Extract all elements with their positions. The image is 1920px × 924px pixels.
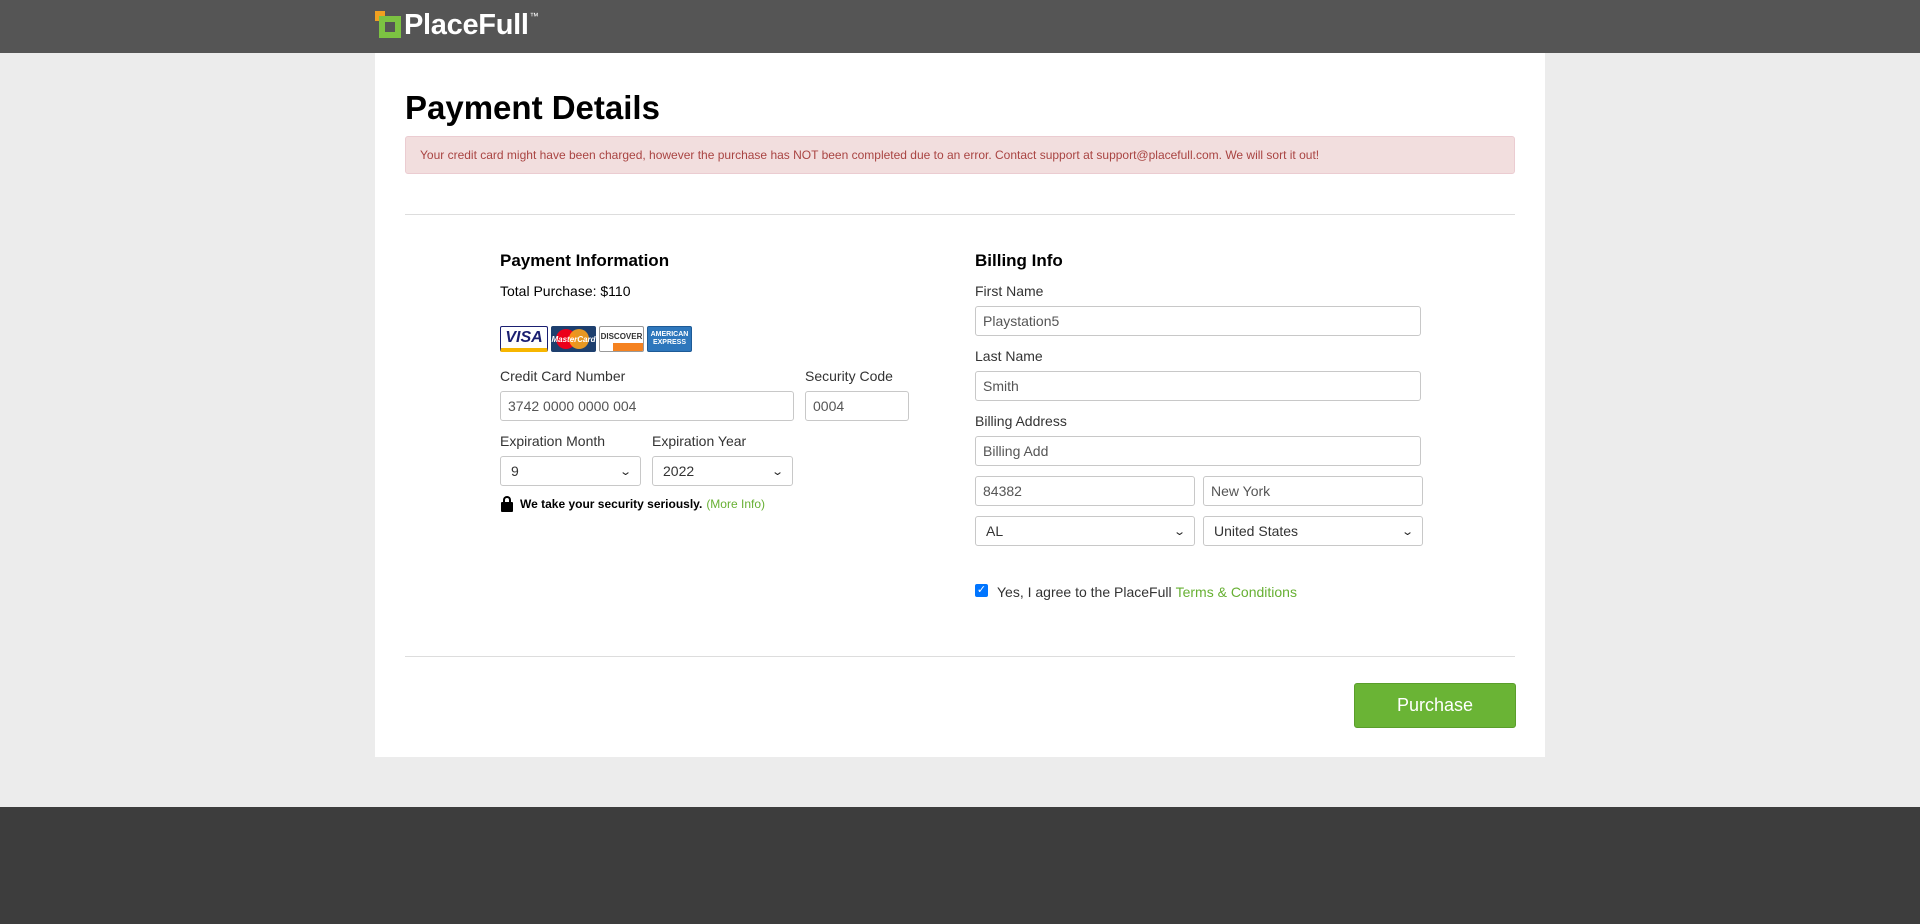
credit-card-label: Credit Card Number — [500, 368, 626, 384]
amex-label: AMERICAN EXPRESS — [650, 331, 689, 346]
billing-address-label: Billing Address — [975, 413, 1067, 429]
logo-trademark: ™ — [529, 11, 539, 21]
country-select[interactable]: United States ⌄ — [1203, 516, 1423, 546]
last-name-label: Last Name — [975, 348, 1043, 364]
city-input[interactable]: New York — [1203, 476, 1423, 506]
agree-checkbox[interactable]: ✓ — [975, 583, 988, 597]
expiration-year-value: 2022 — [663, 463, 695, 479]
state-select[interactable]: AL ⌄ — [975, 516, 1195, 546]
chevron-down-icon: ⌄ — [770, 465, 784, 478]
lock-icon — [500, 496, 514, 512]
security-text: We take your security seriously. — [520, 497, 703, 511]
agree-text: Yes, I agree to the PlaceFull — [997, 584, 1172, 600]
security-code-input[interactable]: 0004 — [805, 391, 909, 421]
chevron-down-icon: ⌄ — [1172, 525, 1186, 538]
expiration-month-select[interactable]: 9 ⌄ — [500, 456, 641, 486]
page-footer — [0, 807, 1920, 924]
mastercard-label: MasterCard — [551, 334, 596, 344]
discover-label: DISCOVER — [600, 331, 643, 341]
visa-card-icon: VISA — [500, 326, 548, 352]
state-value: AL — [986, 523, 1004, 539]
visa-card-label: VISA — [505, 328, 543, 346]
terms-agreement: ✓ Yes, I agree to the PlaceFull Terms & … — [975, 583, 1297, 600]
logo-text: PlaceFull — [404, 8, 529, 41]
chevron-down-icon: ⌄ — [618, 465, 632, 478]
chevron-down-icon: ⌄ — [1400, 525, 1414, 538]
mastercard-icon: MasterCard — [551, 326, 596, 352]
credit-card-number-input[interactable]: 3742 0000 0000 004 — [500, 391, 794, 421]
page-title: Payment Details — [405, 89, 660, 126]
zip-code-input[interactable]: 84382 — [975, 476, 1195, 506]
expiration-year-select[interactable]: 2022 ⌄ — [652, 456, 793, 486]
security-code-label: Security Code — [805, 368, 893, 384]
expiration-month-label: Expiration Month — [500, 433, 606, 449]
total-purchase: Total Purchase: $110 — [500, 283, 631, 299]
payment-info-heading: Payment Information — [500, 251, 670, 270]
first-name-label: First Name — [975, 283, 1044, 299]
logo-mark-icon — [375, 11, 401, 39]
last-name-input[interactable]: Smith — [975, 371, 1421, 401]
expiration-year-label: Expiration Year — [652, 433, 747, 449]
expiration-month-value: 9 — [511, 463, 519, 479]
first-name-input[interactable]: Playstation5 — [975, 306, 1421, 336]
more-info-link[interactable]: (More Info) — [706, 497, 765, 511]
amex-card-icon: AMERICAN EXPRESS — [647, 326, 692, 352]
purchase-button[interactable]: Purchase — [1354, 683, 1516, 728]
billing-address-input[interactable]: Billing Add — [975, 436, 1421, 466]
top-header-bar: PlaceFull ™ — [0, 0, 1920, 53]
divider-bottom — [405, 656, 1515, 657]
accepted-cards: VISA MasterCard DISCOVER AMERICAN EXPRES… — [500, 326, 692, 352]
discover-card-icon: DISCOVER — [599, 326, 644, 352]
country-value: United States — [1214, 523, 1299, 539]
error-alert: Your credit card might have been charged… — [405, 136, 1515, 174]
divider-top — [405, 214, 1515, 215]
placefull-logo[interactable]: PlaceFull ™ — [375, 9, 539, 41]
terms-link[interactable]: Terms & Conditions — [1176, 584, 1297, 600]
payment-panel: Payment Details Your credit card might h… — [375, 53, 1545, 757]
billing-info-heading: Billing Info — [975, 251, 1063, 270]
security-notice: We take your security seriously. (More I… — [500, 496, 765, 512]
